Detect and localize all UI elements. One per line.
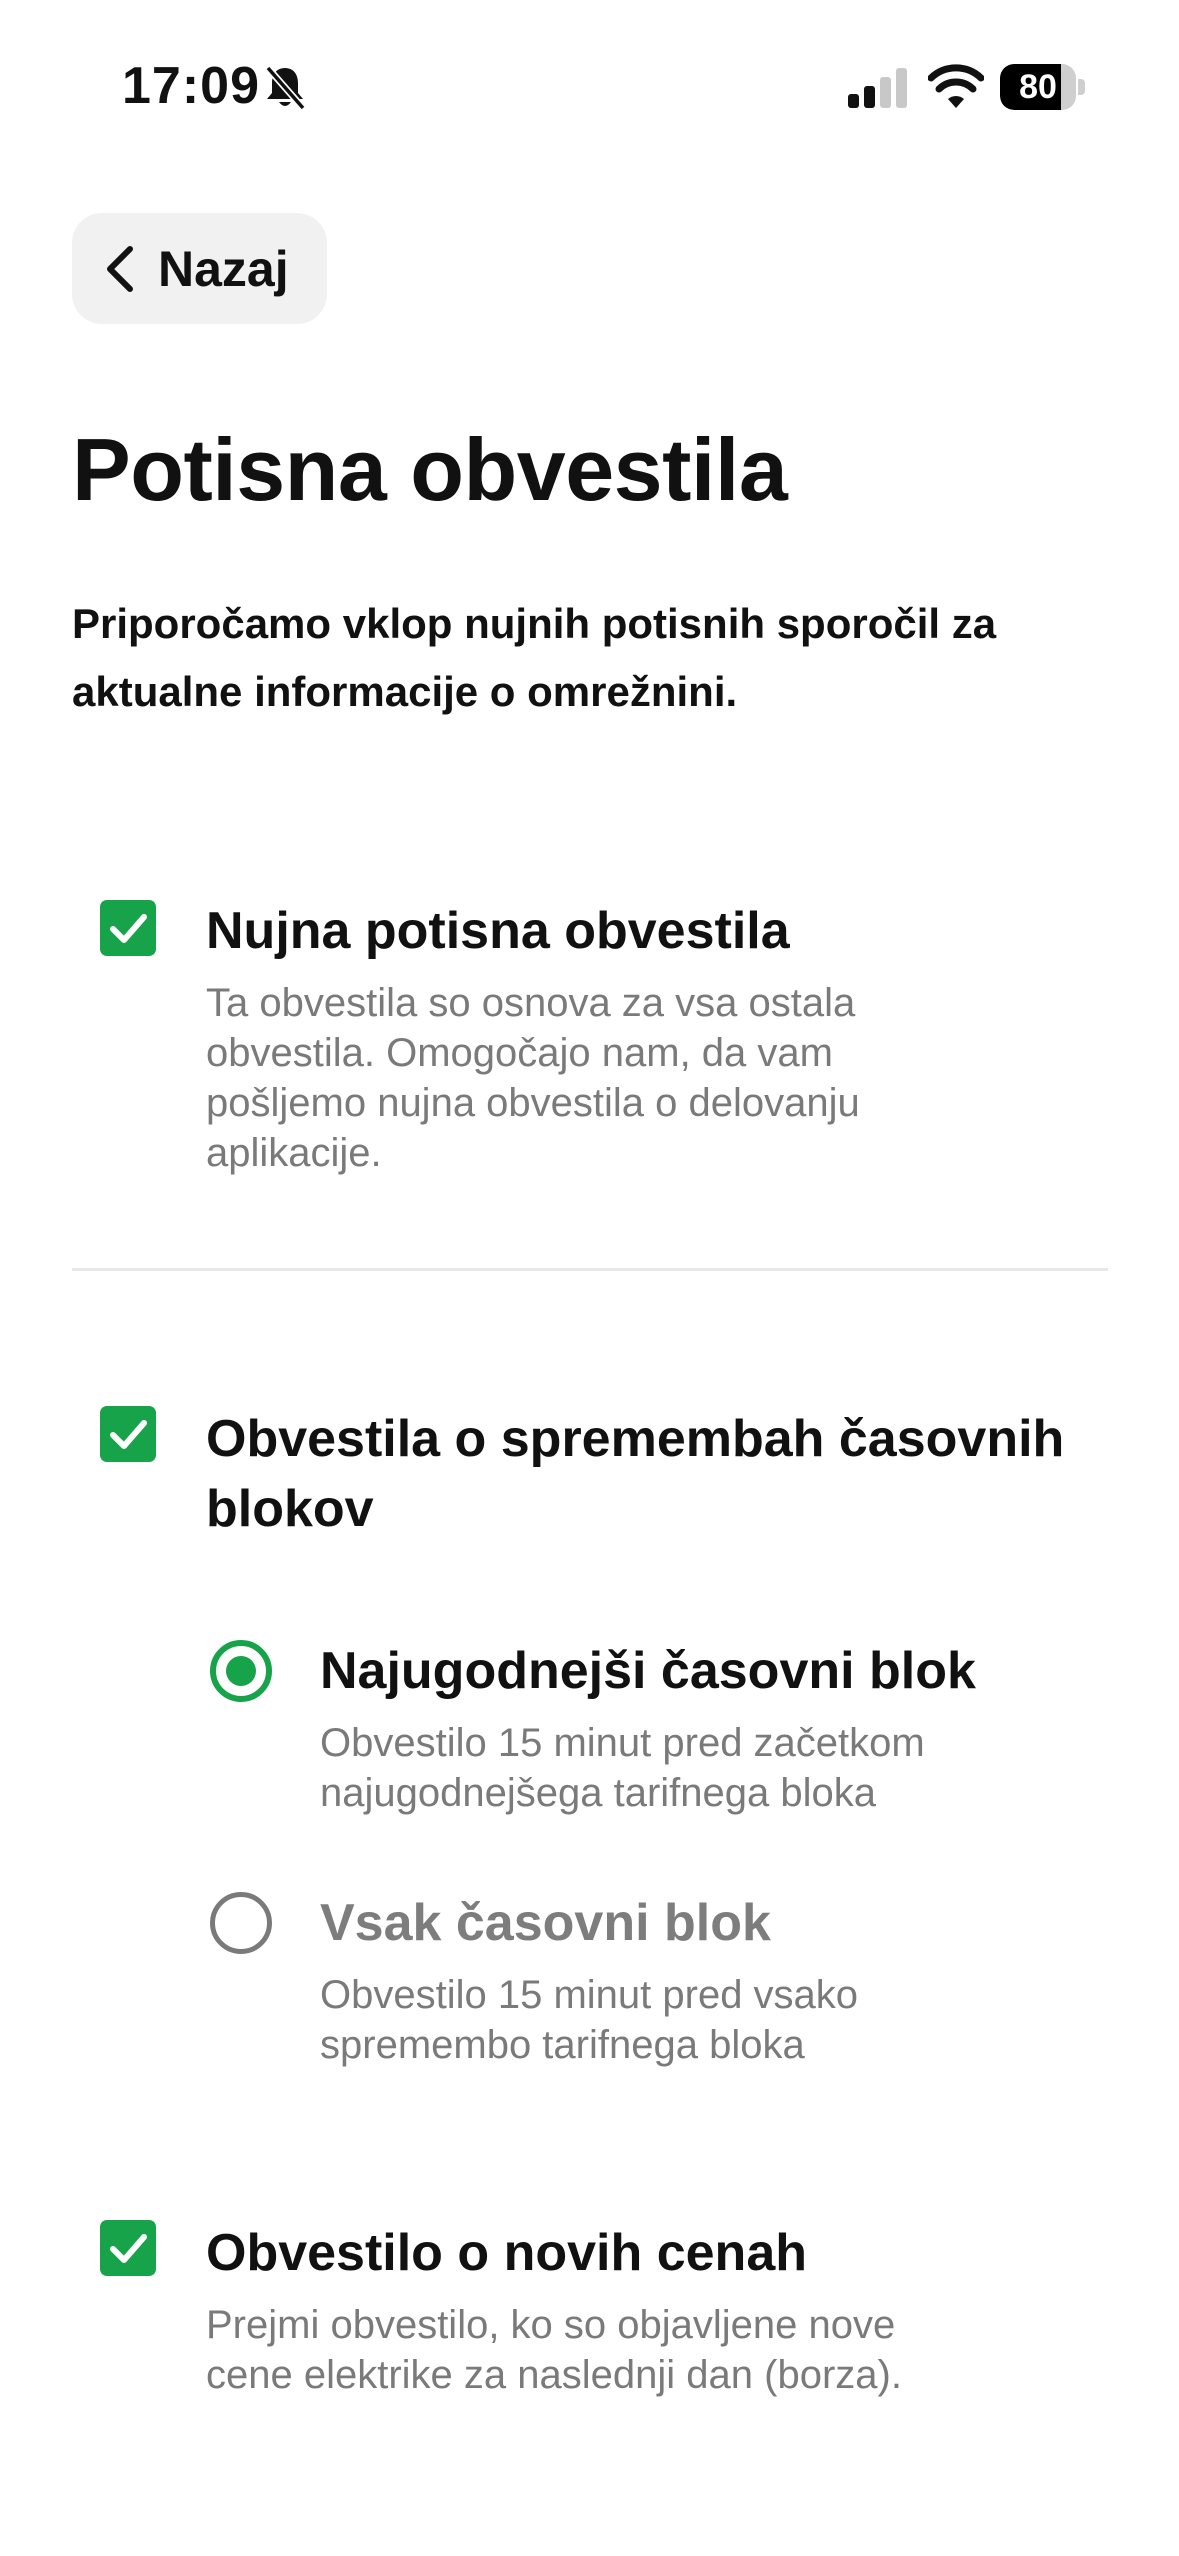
desc-line: spremembo tarifnega bloka <box>320 2023 805 2067</box>
desc-line: cene elektrike za naslednji dan (borza). <box>206 2353 902 2397</box>
battery-icon: 80 <box>1000 64 1086 110</box>
checkmark-icon <box>110 1420 147 1449</box>
new-prices-checkbox[interactable] <box>100 2220 156 2276</box>
back-button[interactable]: Nazaj <box>72 213 327 324</box>
desc-line: obvestila. Omogočajo nam, da vam <box>206 1031 833 1075</box>
urgent-notifications-title: Nujna potisna obvestila <box>206 902 790 960</box>
every-time-block-title: Vsak časovni blok <box>320 1894 771 1952</box>
best-time-block-title: Najugodnejši časovni blok <box>320 1642 976 1700</box>
chevron-left-icon <box>107 246 133 292</box>
desc-line: Ta obvestila so osnova za vsa ostala <box>206 981 856 1025</box>
section-divider <box>72 1268 1108 1271</box>
time-block-changes-title: Obvestila o spremembah časovnih blokov <box>206 1404 1064 1544</box>
time-block-changes-checkbox[interactable] <box>100 1406 156 1462</box>
best-time-block-radio[interactable] <box>210 1640 272 1702</box>
desc-line: najugodnejšega tarifnega bloka <box>320 1771 876 1815</box>
title-line: blokov <box>206 1480 374 1538</box>
page-title: Potisna obvestila <box>72 420 788 519</box>
desc-line: Prejmi obvestilo, ko so objavljene nove <box>206 2303 896 2347</box>
battery-tip <box>1078 79 1085 95</box>
title-line: Obvestila o spremembah časovnih <box>206 1410 1065 1468</box>
new-prices-title: Obvestilo o novih cenah <box>206 2224 807 2282</box>
radio-selected-dot <box>226 1656 256 1686</box>
new-prices-description: Prejmi obvestilo, ko so objavljene nove … <box>206 2300 902 2400</box>
checkmark-icon <box>110 914 147 943</box>
desc-line: Obvestilo 15 minut pred vsako <box>320 1973 859 2017</box>
desc-line: pošljemo nujna obvestila o delovanju <box>206 1081 860 1125</box>
desc-line: Obvestilo 15 minut pred začetkom <box>320 1721 925 1765</box>
every-time-block-radio[interactable] <box>210 1892 272 1954</box>
battery-body: 80 <box>1000 64 1076 110</box>
checkmark-icon <box>110 2234 147 2263</box>
urgent-notifications-checkbox[interactable] <box>100 900 156 956</box>
desc-line: aplikacije. <box>206 1131 382 1175</box>
status-time: 17:09 <box>122 57 260 115</box>
cellular-signal-icon <box>848 68 907 108</box>
intro-text: Priporočamo vklop nujnih potisnih sporoč… <box>72 600 997 715</box>
every-time-block-description: Obvestilo 15 minut pred vsako spremembo … <box>320 1970 858 2070</box>
back-label: Nazaj <box>158 241 289 297</box>
best-time-block-description: Obvestilo 15 minut pred začetkom najugod… <box>320 1718 925 1818</box>
urgent-notifications-description: Ta obvestila so osnova za vsa ostala obv… <box>206 978 860 1178</box>
bell-slash-icon <box>265 65 306 111</box>
battery-percent: 80 <box>1019 68 1057 106</box>
wifi-icon <box>928 64 984 108</box>
